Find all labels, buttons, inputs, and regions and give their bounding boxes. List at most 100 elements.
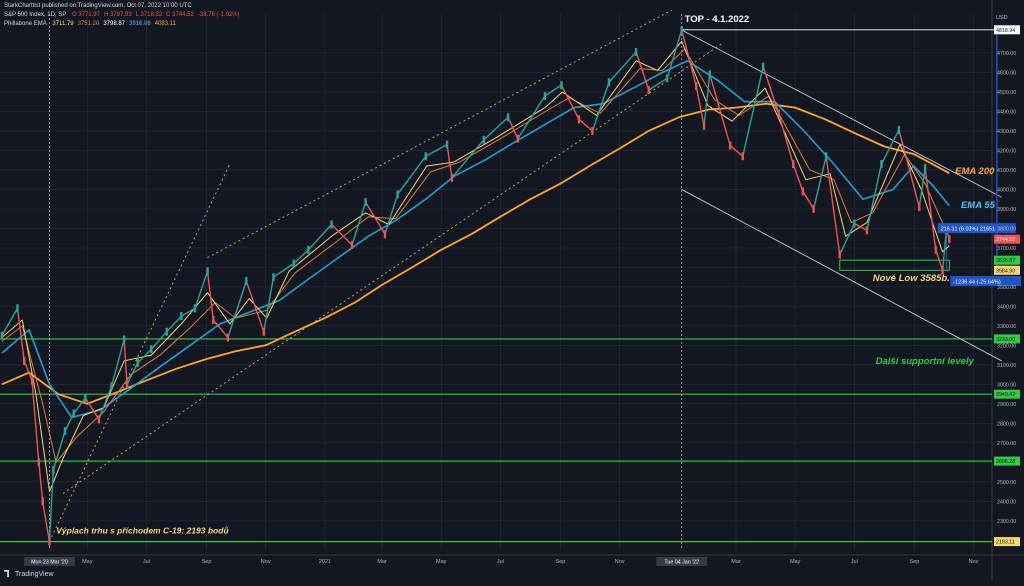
price-label-text: 2193.11 xyxy=(996,540,1015,546)
price-candle xyxy=(607,78,611,87)
y-tick-label: 3900.00 xyxy=(997,207,1016,213)
tradingview-brand[interactable]: TradingView xyxy=(4,570,54,578)
price-candle xyxy=(853,219,856,228)
y-tick-label: 2400.00 xyxy=(997,499,1016,505)
y-axis-unit-label: USD xyxy=(996,15,1008,21)
ohlc-value: O 3771.97 xyxy=(71,12,100,18)
price-candle xyxy=(122,335,126,344)
y-tick-label: 2900.00 xyxy=(997,402,1016,408)
price-label-text: 4818.94 xyxy=(996,28,1015,34)
price-candle xyxy=(110,382,113,391)
x-marker-label: Mon 23 Mar '20 xyxy=(31,560,68,566)
chart-svg[interactable]: 216.31 (6.03%) 21651 -1236.44 (-25.64%) TO… xyxy=(0,0,1024,581)
price-candle xyxy=(180,312,183,321)
x-tick-label: Jul xyxy=(497,559,504,565)
x-tick-label: Jul xyxy=(851,559,858,565)
x-tick-label: 2021 xyxy=(319,559,331,565)
price-candle xyxy=(897,125,901,134)
price-candle xyxy=(506,113,510,122)
price-candle xyxy=(84,393,87,402)
price-candle xyxy=(292,259,296,268)
y-tick-label: 4600.00 xyxy=(997,70,1016,76)
measure-label-text: 216.31 (6.03%) 21651 xyxy=(941,227,995,233)
y-tick-label: 4700.00 xyxy=(997,51,1016,57)
price-candle xyxy=(330,220,333,229)
x-tick-label: May xyxy=(82,559,93,565)
price-candle xyxy=(350,240,354,249)
ohlc-value: C 3744.52 xyxy=(166,12,194,18)
price-candle xyxy=(812,204,815,213)
chart-annotation: Výplach trhu s příchodem C-19: 2193 bodů xyxy=(56,525,229,535)
tradingview-logo-icon xyxy=(4,570,9,577)
price-candle xyxy=(801,187,805,196)
price-candle xyxy=(450,173,454,182)
price-candle xyxy=(516,134,520,143)
price-candle xyxy=(934,245,937,254)
symbol-legend[interactable]: S&P 500 Index, 1D, SP O 3771.97 H 3797.93… xyxy=(4,12,248,18)
ohlc-value: H 3797.93 xyxy=(103,12,132,18)
price-candle xyxy=(72,409,75,418)
x-tick-label: May xyxy=(790,559,801,565)
price-candle xyxy=(695,82,698,91)
price-candle xyxy=(634,48,638,57)
price-candle xyxy=(665,74,669,83)
y-tick-label: 2700.00 xyxy=(997,441,1016,447)
price-candle xyxy=(777,109,780,118)
x-tick-label: Mar xyxy=(377,559,387,565)
x-tick-label: Mar xyxy=(731,559,741,565)
price-candle xyxy=(918,202,921,211)
price-candle xyxy=(0,331,4,340)
price-candle xyxy=(63,427,67,436)
chart-annotation: EMA 55 xyxy=(961,200,996,211)
price-candle xyxy=(52,466,55,475)
price-candle xyxy=(30,376,34,385)
indicator-name: Phillabone EMA xyxy=(4,21,47,27)
price-candle xyxy=(125,380,129,389)
indicator-values: 3711.79 3751.20 3798.87 3916.06 4083.11 xyxy=(52,21,180,27)
measure-label-text: -1236.44 (-25.64%) xyxy=(953,280,1001,286)
x-tick-label: Sep xyxy=(556,559,566,565)
price-candle xyxy=(206,267,209,276)
publish-line: StarkCharttist published on TradingView.… xyxy=(4,3,196,9)
price-candle xyxy=(708,70,712,79)
price-candle xyxy=(838,250,841,259)
price-candle xyxy=(792,160,795,169)
ohlc-values: O 3771.97 H 3797.93 L 3718.32 C 3744.52 -38.… xyxy=(72,12,244,18)
y-tick-label: 4300.00 xyxy=(997,129,1016,135)
price-candle xyxy=(560,81,563,90)
indicator-value: 3916.06 xyxy=(129,21,151,27)
price-label-text: 2949.42 xyxy=(996,392,1015,398)
price-candle xyxy=(824,152,828,161)
price-candle xyxy=(37,458,40,467)
brand-label: TradingView xyxy=(15,571,54,578)
price-candle xyxy=(923,163,927,172)
x-tick-label: Jul xyxy=(143,559,150,565)
y-tick-label: 2300.00 xyxy=(997,519,1016,525)
price-candle xyxy=(48,537,51,546)
price-candle xyxy=(761,62,765,71)
y-tick-label: 3400.00 xyxy=(997,304,1016,310)
price-candle xyxy=(680,25,683,34)
x-tick-label: Nov xyxy=(615,559,625,565)
price-candle xyxy=(647,86,650,95)
indicator-value: 4083.11 xyxy=(154,21,176,27)
y-tick-label: 3800.00 xyxy=(997,226,1016,232)
price-candle xyxy=(865,226,869,235)
price-candle xyxy=(136,358,139,367)
y-tick-label: 3000.00 xyxy=(997,382,1016,388)
y-tick-label: 3300.00 xyxy=(997,324,1016,330)
y-tick-label: 3700.00 xyxy=(997,246,1016,252)
price-candle xyxy=(150,345,153,354)
y-tick-label: 3500.00 xyxy=(997,285,1016,291)
price-candle xyxy=(165,327,168,336)
price-candle xyxy=(741,152,744,161)
chart-annotation: TOP - 4.1.2022 xyxy=(685,14,750,25)
price-candle xyxy=(16,304,19,313)
y-tick-label: 4100.00 xyxy=(997,168,1016,174)
x-tick-label: Sep xyxy=(202,559,212,565)
price-candle xyxy=(262,327,265,336)
y-tick-label: 4000.00 xyxy=(997,187,1016,193)
x-tick-label: Nov xyxy=(261,559,271,565)
price-candle xyxy=(445,140,449,149)
indicator-legend[interactable]: Phillabone EMA 3711.79 3751.20 3798.87 3916… xyxy=(4,21,184,27)
